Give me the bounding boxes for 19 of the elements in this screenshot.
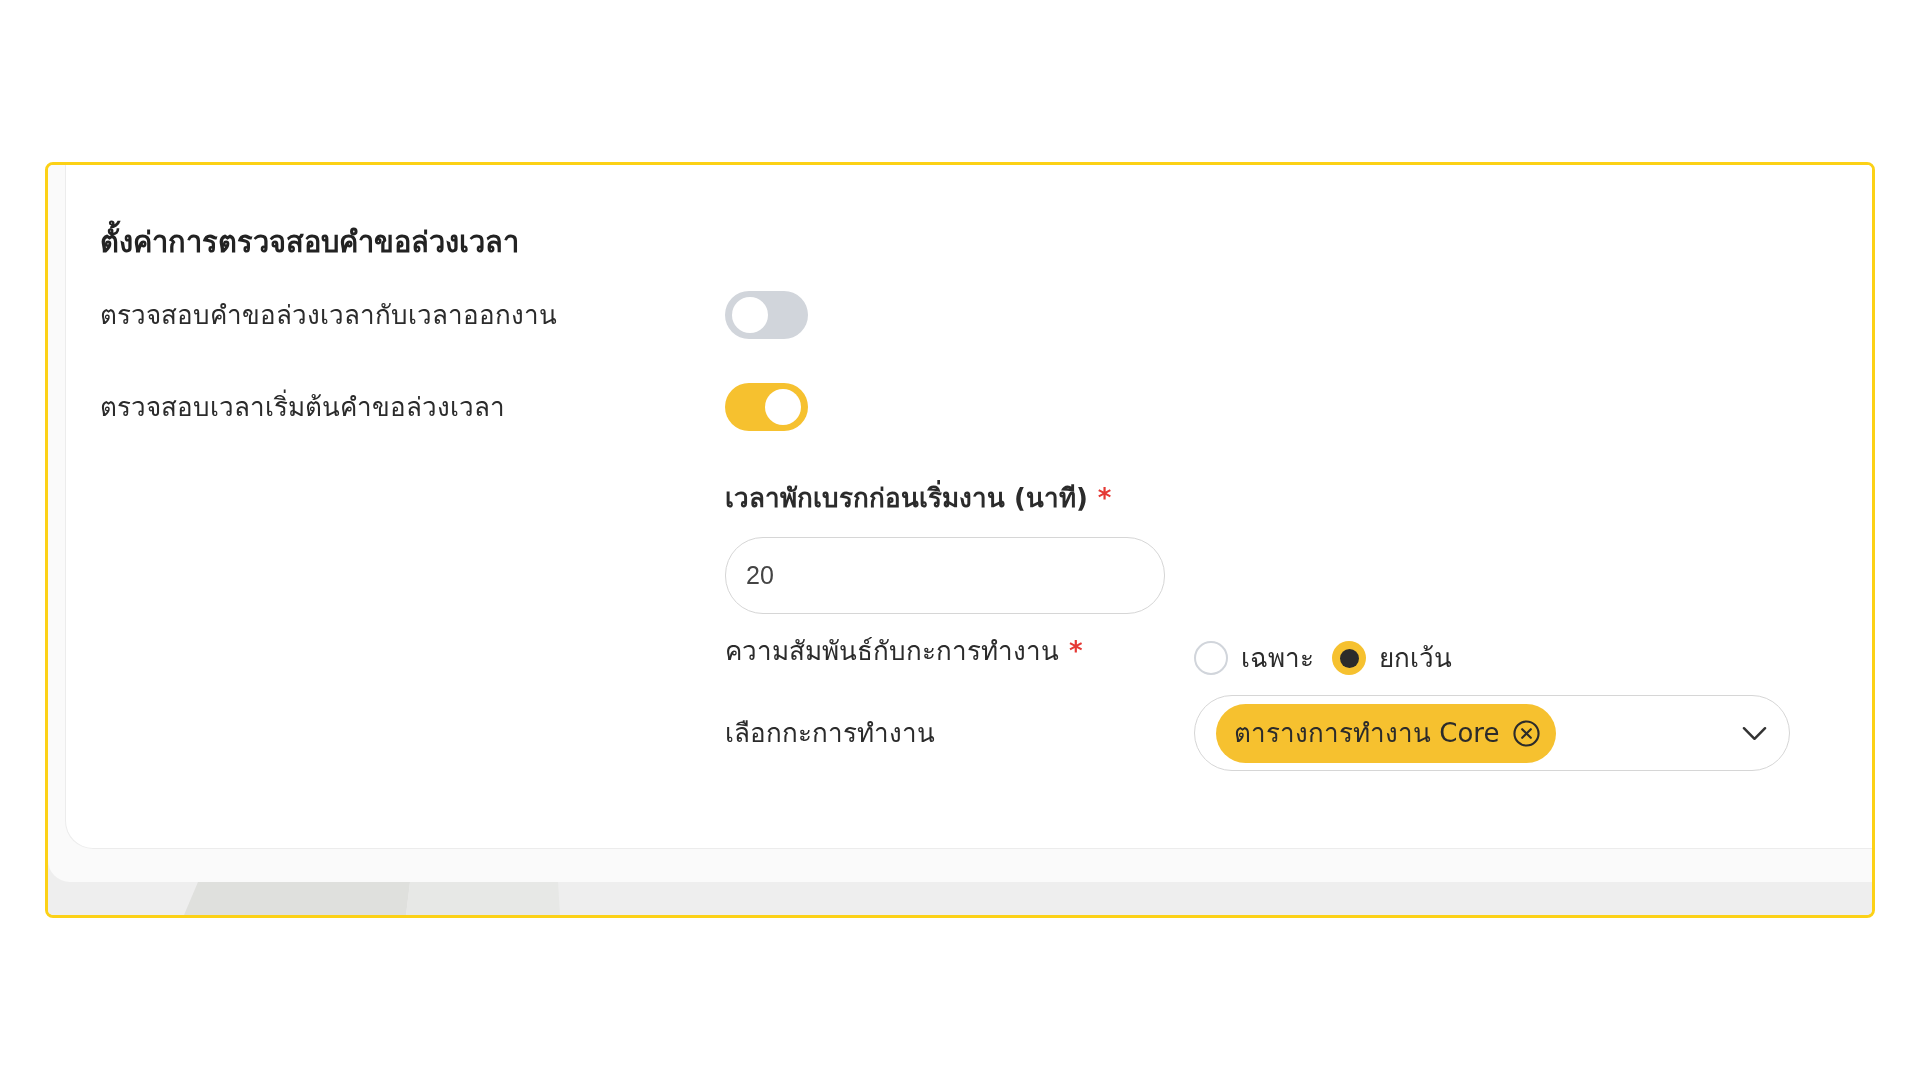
required-mark: * [1069, 635, 1083, 668]
radio-button[interactable] [1194, 641, 1228, 675]
remove-icon[interactable] [1513, 719, 1541, 747]
input-field[interactable]: 20 [725, 537, 1165, 614]
required-mark: * [1097, 482, 1112, 515]
section-title: ตั้งค่าการตรวจสอบคำขอล่วงเวลา [100, 222, 519, 262]
toggle-switch[interactable] [725, 291, 808, 339]
radio-label[interactable]: ยกเว้น [1379, 640, 1452, 676]
radio-label[interactable]: เฉพาะ [1241, 640, 1314, 676]
tag-label: ตารางการทำงาน Core [1234, 717, 1500, 750]
setting-label: ตรวจสอบเวลาเริ่มต้นคำขอล่วงเวลา [100, 389, 505, 425]
setting-label: ตรวจสอบคำขอล่วงเวลากับเวลาออกงาน [100, 299, 557, 332]
field-label: เลือกกะการทำงาน [725, 717, 935, 750]
field-label: ความสัมพันธ์กับกะการทำงาน [725, 635, 1059, 668]
select-field[interactable]: ตารางการทำงาน Core [1194, 695, 1790, 771]
chevron-down-icon[interactable] [1742, 725, 1767, 741]
radio-button[interactable] [1332, 641, 1366, 675]
toggle-switch[interactable] [725, 383, 808, 431]
field-label: เวลาพักเบรกก่อนเริ่มงาน (นาที) [725, 480, 1088, 516]
